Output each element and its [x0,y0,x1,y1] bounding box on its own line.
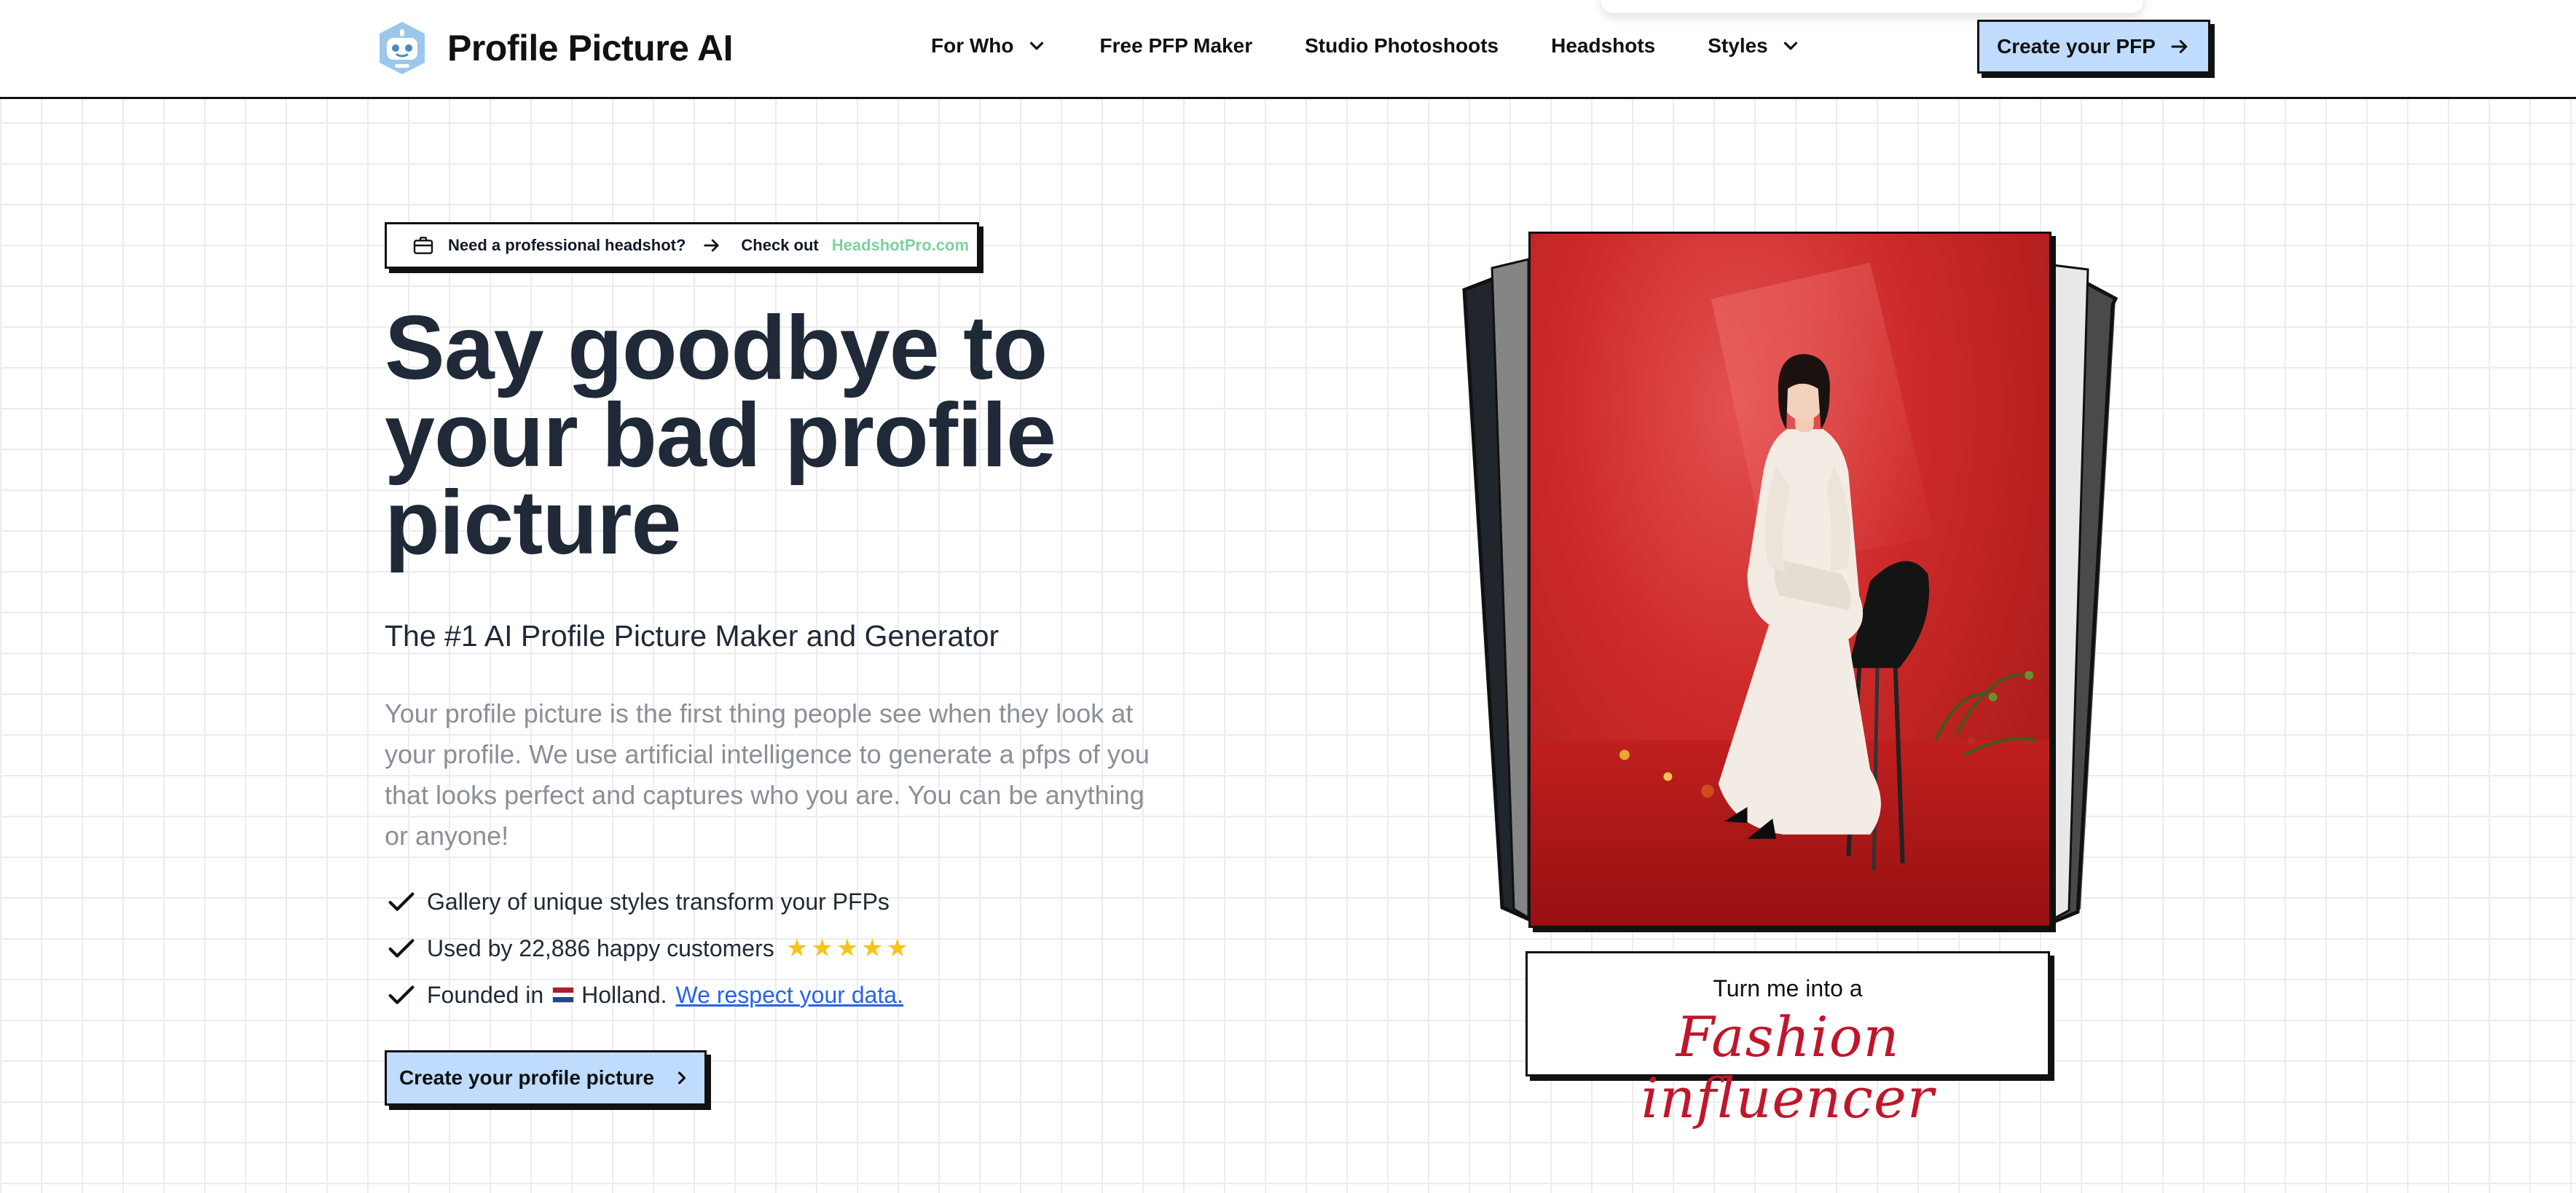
hero-title: Say goodbye to your bad profile picture [385,298,1056,573]
create-pfp-button[interactable]: Create your PFP [1977,20,2210,74]
brand-logo-link[interactable]: Profile Picture AI [373,19,734,77]
caption-intro: Turn me into a [1713,975,1863,1001]
data-privacy-link[interactable]: We respect your data. [676,982,903,1009]
nav-free-pfp-maker[interactable]: Free PFP Maker [1100,34,1253,58]
hero-subtitle: The #1 AI Profile Picture Maker and Gene… [385,619,1000,653]
rating-stars: ★ ★ ★ ★ ★ [786,936,908,961]
nav-label: Styles [1708,34,1768,57]
nav-headshots[interactable]: Headshots [1551,34,1655,58]
nav-label: For Who [931,34,1014,57]
feature-text: Used by 22,886 happy customers [427,934,774,961]
nav-for-who[interactable]: For Who [931,34,1048,58]
nav-label: Headshots [1551,34,1656,57]
site-header: Profile Picture AI For Who Free PFP Make… [0,0,2576,99]
promo-text: Need a professional headshot? [448,236,686,254]
create-profile-label: Create your profile picture [398,1066,655,1089]
hero-description: Your profile picture is the first thing … [385,698,1150,851]
chevron-down-icon [1029,42,1043,50]
star-icon: ★ [836,934,859,962]
caption-style-name: Fashion influencer [1641,1004,1935,1130]
checkmark-icon [388,892,415,911]
arrow-right-icon [704,239,719,252]
robot-avatar-icon [380,22,425,74]
chevron-down-icon [1783,42,1797,50]
dropdown-panel-edge [1601,0,2143,13]
checkmark-icon [388,985,415,1004]
headshotpro-link[interactable]: HeadshotPro.com [832,236,969,255]
photo-illustration [1531,262,2049,926]
chevron-right-icon [678,1071,686,1084]
briefcase-icon [413,237,433,254]
nav-styles[interactable]: Styles [1708,34,1802,58]
create-profile-picture-button[interactable]: Create your profile picture [385,1050,707,1106]
nav-label: Free PFP Maker [1099,34,1253,57]
nav-label: Studio Photoshoots [1305,34,1499,57]
feature-item-customers: Used by 22,886 happy customers ★ ★ ★ ★ ★ [385,925,1186,972]
brand-name: Profile Picture AI [447,28,734,68]
style-caption-card: Turn me into a Fashion influencer [1525,951,2050,1129]
promo-cta-prefix: Check out [741,236,819,254]
feature-item-founded: Founded in Holland. We respect your data… [385,972,1186,1018]
arrow-right-icon [2171,40,2188,53]
founded-prefix: Founded in [427,981,544,1008]
headshot-promo-banner[interactable]: Need a professional headshot? Check out … [385,222,979,269]
checkmark-icon [388,939,415,958]
feature-text: Gallery of unique styles transform your … [427,888,890,915]
netherlands-flag-icon [552,987,575,1003]
create-pfp-label: Create your PFP [1997,35,2156,58]
feature-item-gallery: Gallery of unique styles transform your … [385,878,1186,925]
star-icon: ★ [811,934,833,962]
founded-country: Holland. [581,981,667,1008]
feature-list: Gallery of unique styles transform your … [385,878,1186,1018]
star-icon: ★ [785,934,809,962]
star-icon: ★ [861,934,884,962]
nav-studio-photoshoots[interactable]: Studio Photoshoots [1305,34,1499,58]
star-icon: ★ [886,934,909,962]
main-nav: For Who Free PFP Maker Studio Photoshoot… [931,28,1802,64]
fashion-influencer-photo [1528,232,2051,928]
